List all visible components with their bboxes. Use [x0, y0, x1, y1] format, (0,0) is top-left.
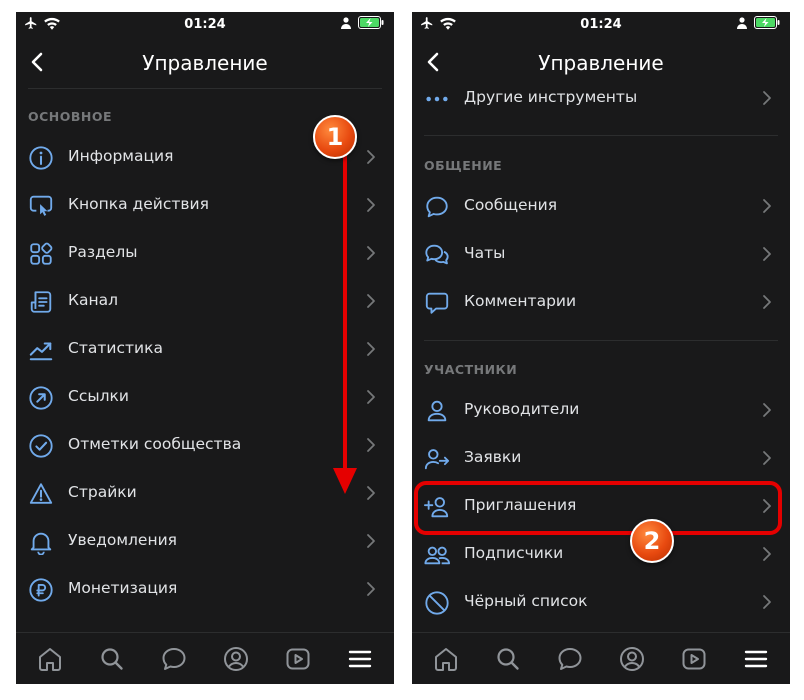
- step-badge-1: 1: [313, 115, 357, 159]
- step-badge-2: 2: [630, 519, 674, 563]
- invitations-highlight-frame: [414, 481, 782, 535]
- scroll-arrow-annotation: [333, 150, 357, 494]
